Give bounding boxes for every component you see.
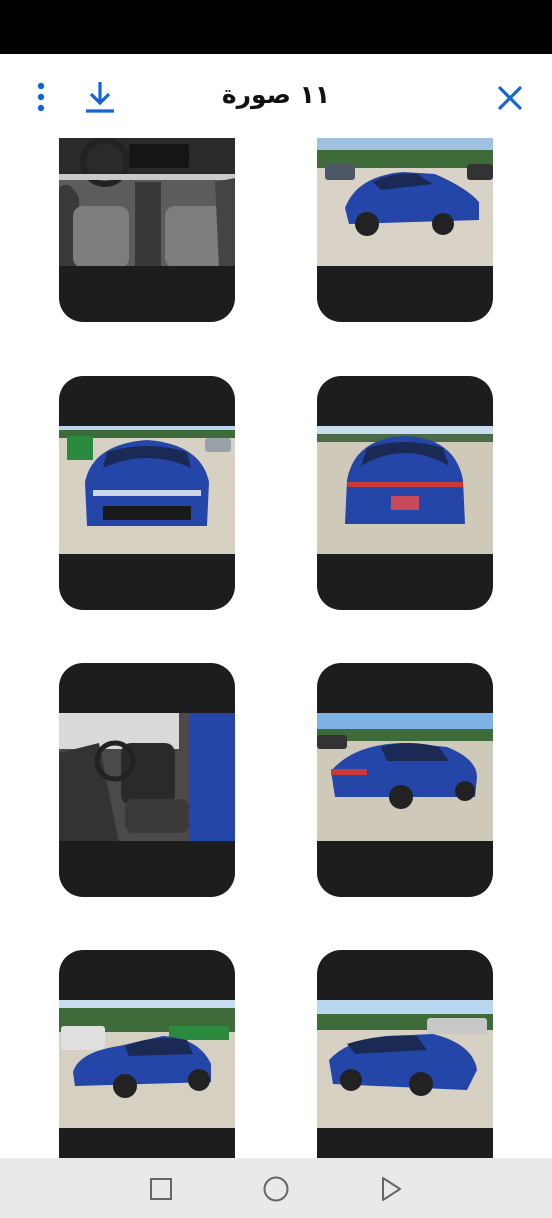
photo-front-exterior — [59, 426, 235, 554]
photo-card[interactable] — [317, 950, 493, 1158]
photo-card[interactable] — [317, 376, 493, 610]
gallery-header: ١١ صورة — [0, 54, 552, 138]
photo-card[interactable] — [59, 663, 235, 897]
photo-rear-damage-exterior — [317, 1000, 493, 1128]
home-button[interactable] — [261, 1174, 291, 1204]
photo-card[interactable] — [317, 663, 493, 897]
page-title: ١١ صورة — [221, 80, 331, 109]
back-button[interactable] — [376, 1174, 406, 1204]
system-nav-bar — [0, 1158, 552, 1218]
photo-card[interactable] — [317, 138, 493, 322]
recent-apps-button[interactable] — [146, 1174, 176, 1204]
triangle-back-icon — [382, 1177, 401, 1201]
photo-card[interactable] — [59, 950, 235, 1158]
close-icon — [498, 86, 522, 110]
photo-card[interactable] — [59, 138, 235, 322]
close-button[interactable] — [492, 80, 528, 116]
square-icon — [150, 1178, 172, 1200]
circle-icon — [263, 1176, 289, 1202]
photo-driver-door-interior — [59, 713, 235, 841]
status-bar — [0, 0, 552, 54]
photo-left-side-exterior — [59, 1000, 235, 1128]
photo-front-left-exterior — [317, 138, 493, 266]
photo-grid — [0, 138, 552, 1158]
photo-rear-exterior — [317, 426, 493, 554]
photo-interior-dashboard — [59, 138, 235, 266]
photo-rear-left-exterior — [317, 713, 493, 841]
photo-card[interactable] — [59, 376, 235, 610]
